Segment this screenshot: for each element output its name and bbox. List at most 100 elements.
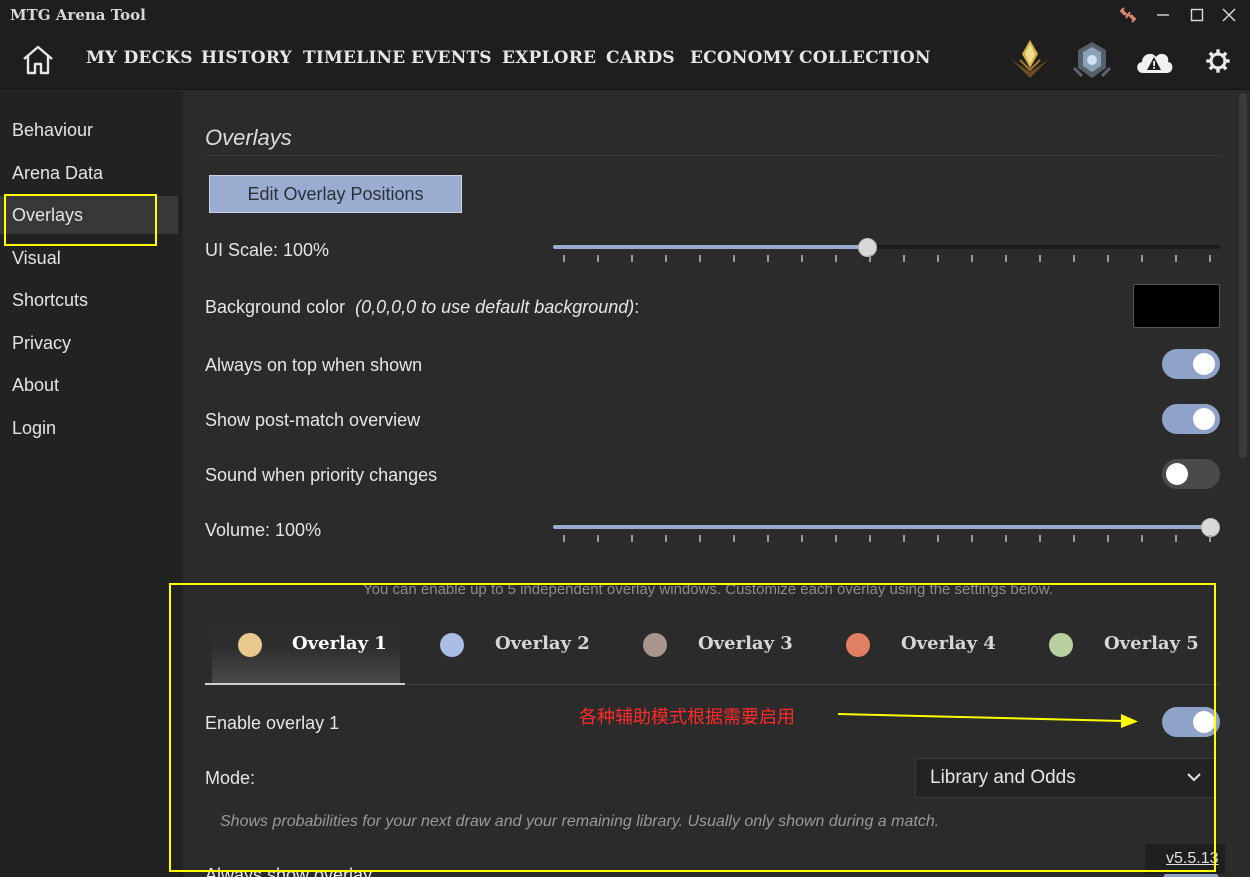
sidebar-item-privacy[interactable]: Privacy [12, 333, 71, 354]
slider-tick [767, 535, 769, 542]
always-on-top-label: Always on top when shown [205, 355, 423, 375]
slider-tick [1005, 535, 1007, 542]
nav-cards[interactable]: CARDS [606, 48, 675, 68]
slider-tick [937, 255, 939, 262]
toggle-knob [1166, 463, 1188, 485]
slider-tick [631, 535, 633, 542]
scrollbar[interactable] [1238, 91, 1248, 877]
slider-tick [767, 255, 769, 262]
title-divider [205, 155, 1220, 156]
slider-ticks [563, 535, 1211, 543]
constructed-rank-icon[interactable] [1006, 38, 1054, 84]
nav-timeline[interactable]: TIMELINE [303, 48, 405, 68]
slider-tick [1175, 255, 1177, 262]
slider-tick [699, 535, 701, 542]
slider-tick [1141, 255, 1143, 262]
slider-tick [1141, 535, 1143, 542]
tab-label: Overlay 3 [698, 633, 793, 654]
slider-tick [1107, 255, 1109, 262]
always-show-overlay-label: Always show overlay [205, 865, 373, 877]
slider-tick [869, 535, 871, 542]
sidebar-item-behaviour[interactable]: Behaviour [12, 120, 93, 141]
post-match-toggle[interactable] [1162, 404, 1220, 434]
tab-label: Overlay 1 [292, 633, 387, 654]
slider-tick [903, 255, 905, 262]
home-icon[interactable] [18, 42, 58, 78]
sidebar-item-login[interactable]: Login [12, 418, 56, 439]
tab-label: Overlay 2 [495, 633, 590, 654]
settings-sidebar: Behaviour Arena Data Overlays Visual Sho… [0, 91, 183, 877]
nav-events[interactable]: EVENTS [411, 48, 492, 68]
sound-priority-toggle[interactable] [1162, 459, 1220, 489]
tab-overlay-5[interactable]: Overlay 5 [1033, 621, 1223, 685]
overlay-1-color-dot [238, 633, 262, 657]
tab-label: Overlay 5 [1104, 633, 1199, 654]
slider-tick [733, 255, 735, 262]
nav-history[interactable]: HISTORY [201, 48, 292, 68]
slider-tick [1209, 255, 1211, 262]
toggle-knob [1193, 711, 1215, 733]
volume-slider[interactable] [553, 517, 1220, 543]
nav-collection[interactable]: COLLECTION [799, 48, 931, 68]
limited-rank-icon[interactable] [1068, 38, 1116, 84]
sidebar-item-visual[interactable]: Visual [12, 248, 61, 269]
tab-overlay-3[interactable]: Overlay 3 [627, 621, 807, 685]
slider-tick [1073, 535, 1075, 542]
sound-priority-label: Sound when priority changes [205, 465, 438, 485]
title-bar: MTG Arena Tool [0, 0, 1250, 30]
maximize-button[interactable] [1186, 4, 1208, 26]
edit-overlay-positions-button[interactable]: Edit Overlay Positions [209, 175, 462, 213]
slider-tick [665, 255, 667, 262]
slider-tick [597, 255, 599, 262]
ui-scale-slider[interactable] [553, 237, 1220, 263]
disconnect-icon[interactable] [1117, 4, 1139, 26]
mode-selected-value: Library and Odds [930, 767, 1076, 788]
slider-tick [801, 255, 803, 262]
slider-fill [553, 245, 868, 249]
slider-tick [699, 255, 701, 262]
cloud-warning-icon[interactable] [1132, 43, 1176, 79]
slider-tick [1209, 535, 1211, 542]
version-link[interactable]: v5.5.13 [1145, 844, 1225, 874]
gear-icon[interactable] [1200, 43, 1236, 79]
slider-tick [597, 535, 599, 542]
slider-tick [937, 535, 939, 542]
enable-overlay-toggle[interactable] [1162, 707, 1220, 737]
tab-overlay-2[interactable]: Overlay 2 [423, 621, 603, 685]
overlay-2-color-dot [440, 633, 464, 657]
close-button[interactable] [1218, 4, 1240, 26]
always-on-top-toggle[interactable] [1162, 349, 1220, 379]
volume-label: Volume: 100% [205, 520, 322, 540]
nav-my-decks[interactable]: MY DECKS [86, 48, 193, 68]
tab-overlay-1[interactable]: Overlay 1 [212, 621, 400, 685]
sidebar-item-shortcuts[interactable]: Shortcuts [12, 290, 88, 311]
slider-tick [1107, 535, 1109, 542]
nav-explore[interactable]: EXPLORE [502, 48, 596, 68]
background-color-label: Background color (0,0,0,0 to use default… [205, 297, 639, 318]
tab-overlay-4[interactable]: Overlay 4 [829, 621, 1009, 685]
toggle-knob [1193, 408, 1215, 430]
mode-select[interactable]: Library and Odds [915, 758, 1215, 798]
slider-tick [903, 535, 905, 542]
annotation-text: 各种辅助模式根据需要启用 [579, 707, 795, 728]
app-title: MTG Arena Tool [10, 6, 146, 24]
background-color-suffix: : [634, 297, 640, 317]
overlay-5-color-dot [1049, 633, 1073, 657]
sidebar-item-arena-data[interactable]: Arena Data [12, 163, 103, 184]
minimize-button[interactable] [1152, 4, 1174, 26]
slider-tick [563, 255, 565, 262]
enable-overlay-label: Enable overlay 1 [205, 713, 340, 733]
slider-tick [1005, 255, 1007, 262]
toggle-knob [1193, 353, 1215, 375]
mode-label: Mode: [205, 768, 256, 788]
nav-economy[interactable]: ECONOMY [690, 48, 794, 68]
active-tab-underline [205, 683, 405, 685]
sidebar-item-about[interactable]: About [12, 375, 59, 396]
slider-fill [553, 525, 1211, 529]
slider-tick [1039, 535, 1041, 542]
overlays-settings-panel: Overlays Edit Overlay Positions UI Scale… [169, 91, 1250, 877]
background-color-swatch[interactable] [1133, 284, 1220, 328]
slider-ticks [563, 255, 1211, 263]
scrollbar-thumb[interactable] [1239, 93, 1247, 458]
slider-tick [971, 255, 973, 262]
